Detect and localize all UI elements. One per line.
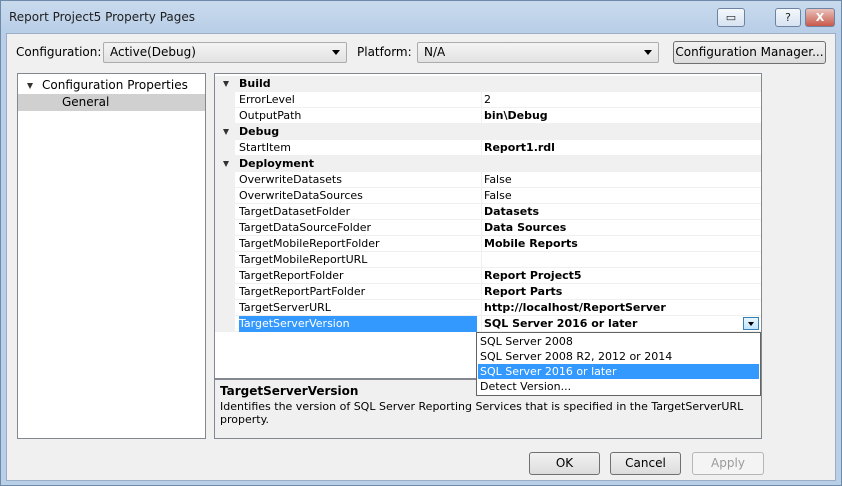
configuration-manager-button[interactable]: Configuration Manager...	[673, 41, 826, 64]
property-name: TargetReportPartFolder	[239, 285, 366, 298]
description-text: Identifies the version of SQL Server Rep…	[220, 400, 744, 426]
property-value[interactable]: Report Parts	[481, 284, 761, 300]
close-button[interactable]: X	[805, 8, 835, 27]
property-row[interactable]: TargetReportFolder Report Project5	[215, 268, 761, 284]
category-debug[interactable]: Debug	[215, 124, 761, 140]
restore-icon[interactable]: ▭	[717, 8, 745, 27]
category-label: Debug	[239, 125, 280, 138]
gutter	[215, 92, 235, 108]
gutter	[215, 188, 235, 204]
help-button[interactable]: ?	[775, 8, 801, 27]
collapse-icon[interactable]	[223, 161, 229, 167]
property-value[interactable]: http://localhost/ReportServer	[481, 300, 761, 316]
category-label: Build	[239, 77, 271, 90]
property-row[interactable]: TargetReportPartFolder Report Parts	[215, 284, 761, 300]
property-value[interactable]: False	[481, 188, 761, 204]
configuration-tree: Configuration Properties General	[17, 73, 206, 439]
dropdown-option[interactable]: Detect Version...	[478, 379, 759, 394]
property-row[interactable]: TargetDataSourceFolder Data Sources	[215, 220, 761, 236]
property-row[interactable]: StartItem Report1.rdl	[215, 140, 761, 156]
property-value[interactable]: bin\Debug	[481, 108, 761, 124]
property-value[interactable]: Datasets	[481, 204, 761, 220]
configuration-select[interactable]: Active(Debug)	[103, 42, 347, 63]
gutter	[215, 172, 235, 188]
property-row[interactable]: TargetMobileReportURL	[215, 252, 761, 268]
gutter	[215, 252, 235, 268]
gutter	[215, 316, 235, 332]
category-deployment[interactable]: Deployment	[215, 156, 761, 172]
dropdown-option[interactable]: SQL Server 2008 R2, 2012 or 2014	[478, 349, 759, 364]
property-row[interactable]: OverwriteDataSources False	[215, 188, 761, 204]
gutter	[215, 300, 235, 316]
property-name: TargetMobileReportURL	[239, 253, 368, 266]
gutter	[215, 268, 235, 284]
tree-item-configuration-properties[interactable]: Configuration Properties	[18, 77, 205, 94]
category-build[interactable]: Build	[215, 76, 761, 92]
property-value[interactable]	[481, 252, 761, 268]
property-value[interactable]: Mobile Reports	[481, 236, 761, 252]
property-name: TargetDataSourceFolder	[239, 221, 372, 234]
property-row[interactable]: ErrorLevel 2	[215, 92, 761, 108]
property-pages-window: Report Project5 Property Pages ▭ ? X Con…	[0, 0, 842, 486]
gutter	[215, 236, 235, 252]
property-row[interactable]: OutputPath bin\Debug	[215, 108, 761, 124]
gutter	[215, 140, 235, 156]
configuration-value: Active(Debug)	[110, 45, 196, 59]
property-name: ErrorLevel	[239, 93, 295, 106]
platform-select[interactable]: N/A	[417, 42, 659, 63]
version-dropdown-list: SQL Server 2008 SQL Server 2008 R2, 2012…	[476, 332, 761, 396]
property-name: OverwriteDataSources	[239, 189, 363, 202]
dialog-client: Configuration: Active(Debug) Platform: N…	[6, 33, 836, 481]
platform-label: Platform:	[357, 45, 412, 59]
property-row[interactable]: TargetServerURL http://localhost/ReportS…	[215, 300, 761, 316]
collapse-icon[interactable]	[223, 81, 229, 87]
apply-button[interactable]: Apply	[692, 452, 764, 475]
expand-icon[interactable]	[27, 83, 33, 89]
gutter	[215, 284, 235, 300]
property-value[interactable]: Report1.rdl	[481, 140, 761, 156]
gutter	[215, 108, 235, 124]
window-title: Report Project5 Property Pages	[9, 10, 195, 24]
property-name: TargetMobileReportFolder	[239, 237, 380, 250]
property-row[interactable]: OverwriteDatasets False	[215, 172, 761, 188]
property-name: TargetServerVersion	[239, 316, 477, 332]
description-title: TargetServerVersion	[220, 384, 359, 398]
property-value[interactable]: SQL Server 2016 or later	[481, 316, 761, 332]
property-value[interactable]: 2	[481, 92, 761, 108]
platform-value: N/A	[424, 45, 446, 59]
tree-root-label: Configuration Properties	[42, 78, 188, 92]
property-row[interactable]: TargetMobileReportFolder Mobile Reports	[215, 236, 761, 252]
property-row[interactable]: TargetDatasetFolder Datasets	[215, 204, 761, 220]
cancel-button[interactable]: Cancel	[610, 452, 681, 475]
property-name: OverwriteDatasets	[239, 173, 342, 186]
gutter	[215, 220, 235, 236]
ok-button[interactable]: OK	[529, 452, 600, 475]
property-name: OutputPath	[239, 109, 302, 122]
property-name: TargetReportFolder	[239, 269, 344, 282]
dropdown-option[interactable]: SQL Server 2008	[478, 334, 759, 349]
dropdown-button[interactable]	[743, 317, 759, 330]
collapse-icon[interactable]	[223, 129, 229, 135]
property-name: TargetDatasetFolder	[239, 205, 351, 218]
chevron-down-icon	[332, 50, 340, 55]
property-value[interactable]: Data Sources	[481, 220, 761, 236]
property-name: TargetServerURL	[239, 301, 331, 314]
tree-child-label: General	[62, 95, 110, 109]
property-value[interactable]: Report Project5	[481, 268, 761, 284]
title-bar: Report Project5 Property Pages ▭ ? X	[1, 1, 841, 33]
tree-item-general[interactable]: General	[18, 94, 205, 111]
category-label: Deployment	[239, 157, 314, 170]
dropdown-option-selected[interactable]: SQL Server 2016 or later	[478, 364, 759, 379]
gutter	[215, 204, 235, 220]
configuration-label: Configuration:	[16, 45, 102, 59]
chevron-down-icon	[644, 50, 652, 55]
property-value[interactable]: False	[481, 172, 761, 188]
property-name: StartItem	[239, 141, 291, 154]
property-row-selected[interactable]: TargetServerVersion SQL Server 2016 or l…	[215, 316, 761, 332]
